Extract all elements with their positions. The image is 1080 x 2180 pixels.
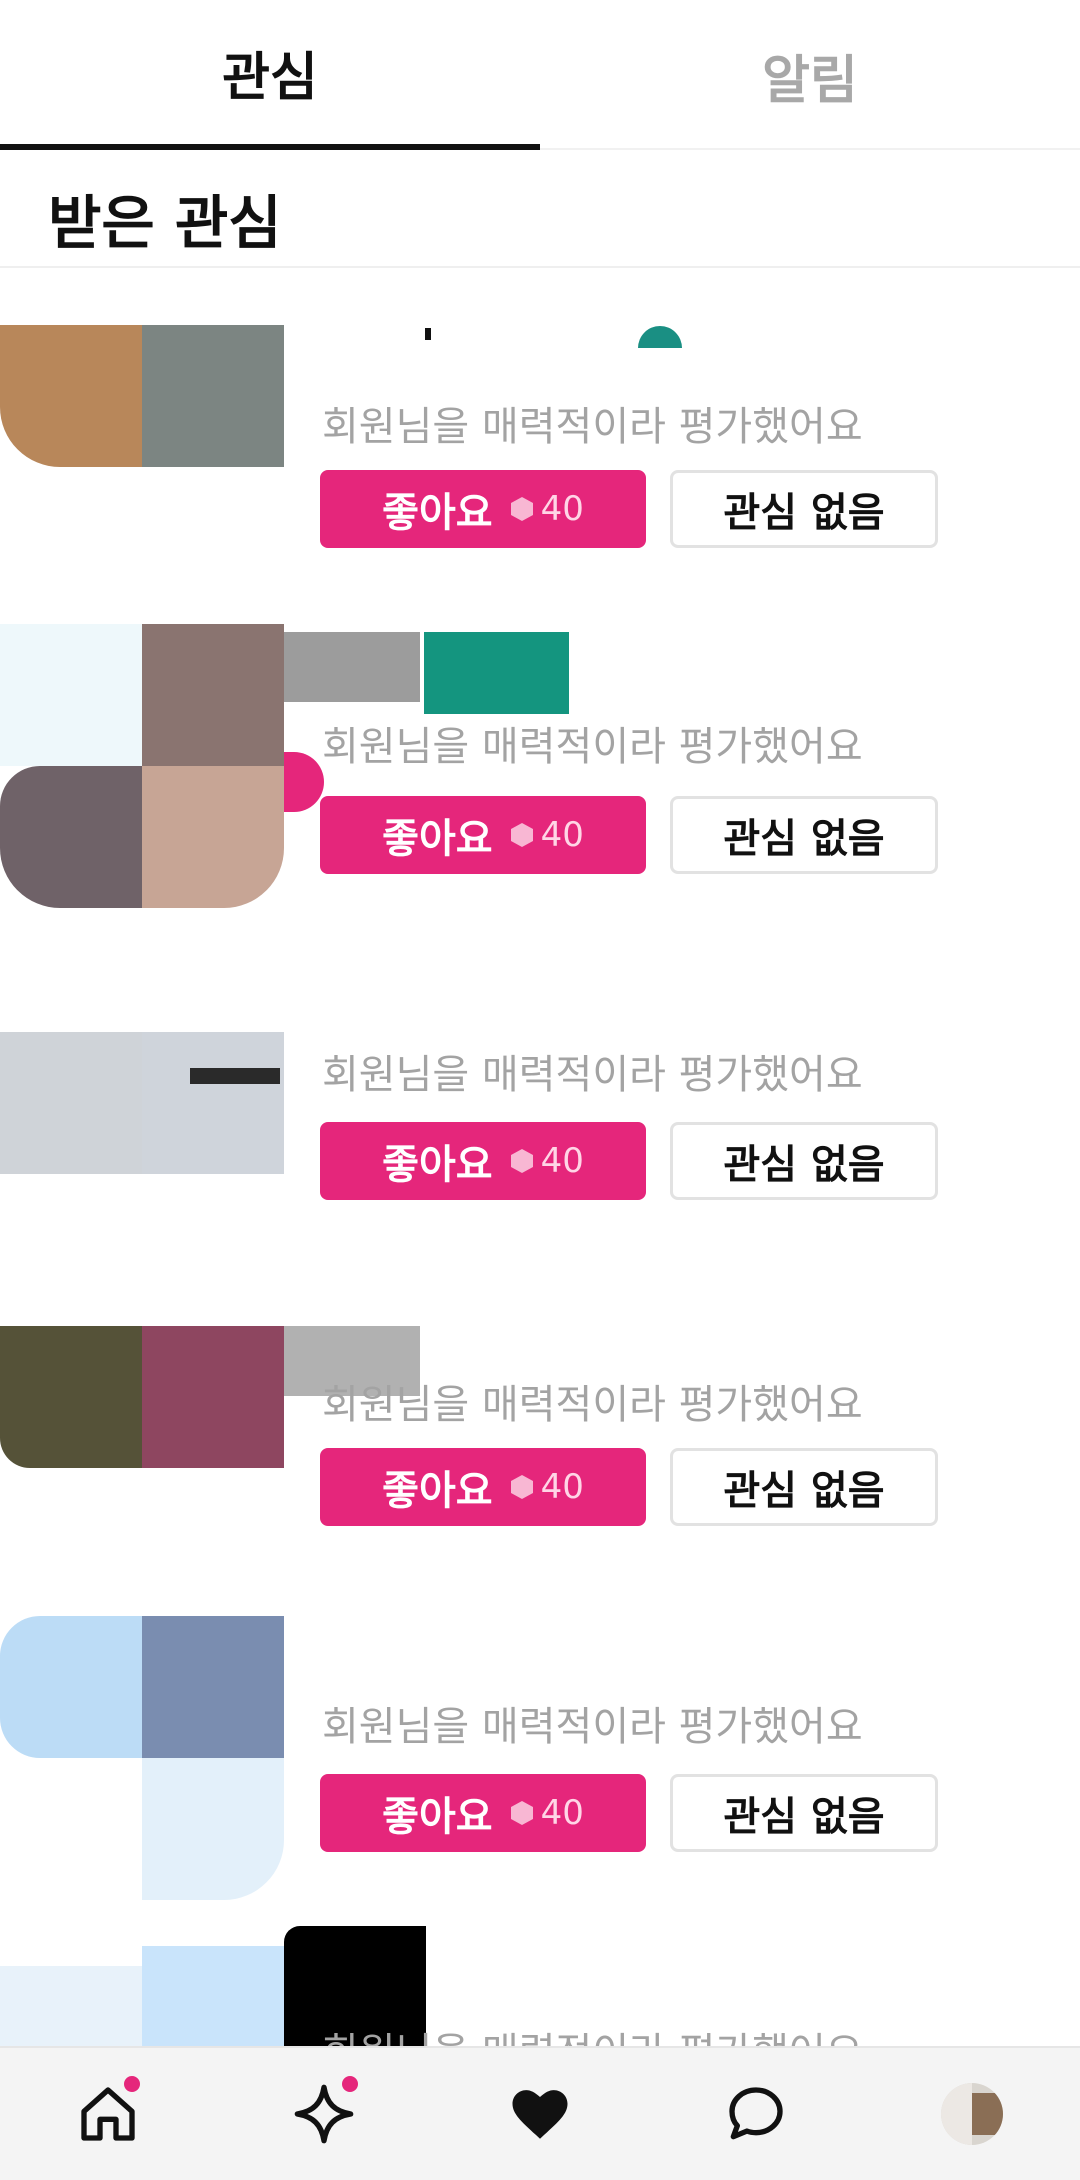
list-item[interactable]: 회원님을 매력적이라 평가했어요 좋아요 40 관심 없음 (0, 1594, 1080, 1900)
like-cost-value: 40 (540, 489, 584, 529)
gem-icon (510, 497, 533, 521)
badge-icon (638, 326, 682, 348)
list-item[interactable]: 회원님을 매력적이라 평가했어요 좋아요 40 관심 없음 (0, 1268, 1080, 1610)
gem-icon (510, 1801, 533, 1825)
like-label: 좋아요 (382, 1468, 493, 1514)
nav-profile[interactable] (912, 2054, 1032, 2174)
like-button[interactable]: 좋아요 40 (320, 1774, 646, 1852)
badge-icon (424, 632, 569, 714)
sparkle-icon (294, 2084, 354, 2144)
divider (0, 266, 1080, 268)
notification-dot (342, 2076, 358, 2092)
like-cost: 40 (510, 489, 584, 529)
like-cost: 40 (510, 1793, 584, 1833)
like-cost-value: 40 (540, 815, 584, 855)
list-item[interactable]: 회원님을 매력적이라 평가했어요 좋아요 40 관심 없음 (0, 616, 1080, 916)
nav-home[interactable] (48, 2054, 168, 2174)
gem-icon (510, 823, 533, 847)
like-cost-value: 40 (540, 1793, 584, 1833)
item-message: 회원님을 매력적이라 평가했어요 (322, 724, 863, 770)
like-cost-value: 40 (540, 1141, 584, 1181)
not-interested-button[interactable]: 관심 없음 (670, 1774, 938, 1852)
blurred-name (425, 328, 431, 340)
profile-avatar (941, 2083, 1003, 2145)
like-cost: 40 (510, 1467, 584, 1507)
like-cost: 40 (510, 1141, 584, 1181)
not-interested-button[interactable]: 관심 없음 (670, 470, 938, 548)
avatar[interactable] (0, 1616, 285, 1901)
like-label: 좋아요 (382, 816, 493, 862)
heart-icon (512, 2090, 568, 2139)
list-item[interactable]: 회원님을 매력적이라 평가했어요 좋아요 40 관심 없음 (0, 942, 1080, 1316)
like-cost: 40 (510, 815, 584, 855)
nav-chat[interactable] (696, 2054, 816, 2174)
item-message: 회원님을 매력적이라 평가했어요 (322, 1052, 863, 1098)
notification-dot (124, 2076, 140, 2092)
avatar[interactable] (0, 325, 285, 610)
interest-screen: 관심 알림 받은 관심 회원님을 매력적이라 평가했어요 좋아요 40 관심 없… (0, 0, 1080, 2180)
not-interested-button[interactable]: 관심 없음 (670, 796, 938, 874)
bottom-nav (0, 2046, 1080, 2180)
not-interested-button[interactable]: 관심 없음 (670, 1122, 938, 1200)
gem-icon (510, 1149, 533, 1173)
nav-likes[interactable] (480, 2054, 600, 2174)
chat-bubble-icon (729, 2087, 783, 2140)
tab-notifications[interactable]: 알림 (540, 0, 1080, 150)
page-title: 받은 관심 (48, 189, 282, 257)
item-message: 회원님을 매력적이라 평가했어요 (322, 1704, 863, 1750)
like-label: 좋아요 (382, 1794, 493, 1840)
not-interested-button[interactable]: 관심 없음 (670, 1448, 938, 1526)
like-button[interactable]: 좋아요 40 (320, 1448, 646, 1526)
top-tabs: 관심 알림 (0, 0, 1080, 150)
like-label: 좋아요 (382, 1142, 493, 1188)
list-item[interactable]: 회원님을 매력적이라 평가했어요 좋아요 40 관심 없음 (0, 310, 1080, 610)
tab-interest[interactable]: 관심 (0, 0, 540, 150)
like-button[interactable]: 좋아요 40 (320, 1122, 646, 1200)
item-message: 회원님을 매력적이라 평가했어요 (322, 1382, 863, 1428)
like-button[interactable]: 좋아요 40 (320, 470, 646, 548)
like-label: 좋아요 (382, 490, 493, 536)
like-button[interactable]: 좋아요 40 (320, 796, 646, 874)
item-message: 회원님을 매력적이라 평가했어요 (322, 404, 863, 450)
gem-icon (510, 1475, 533, 1499)
like-cost-value: 40 (540, 1467, 584, 1507)
nav-sparkle[interactable] (264, 2054, 384, 2174)
